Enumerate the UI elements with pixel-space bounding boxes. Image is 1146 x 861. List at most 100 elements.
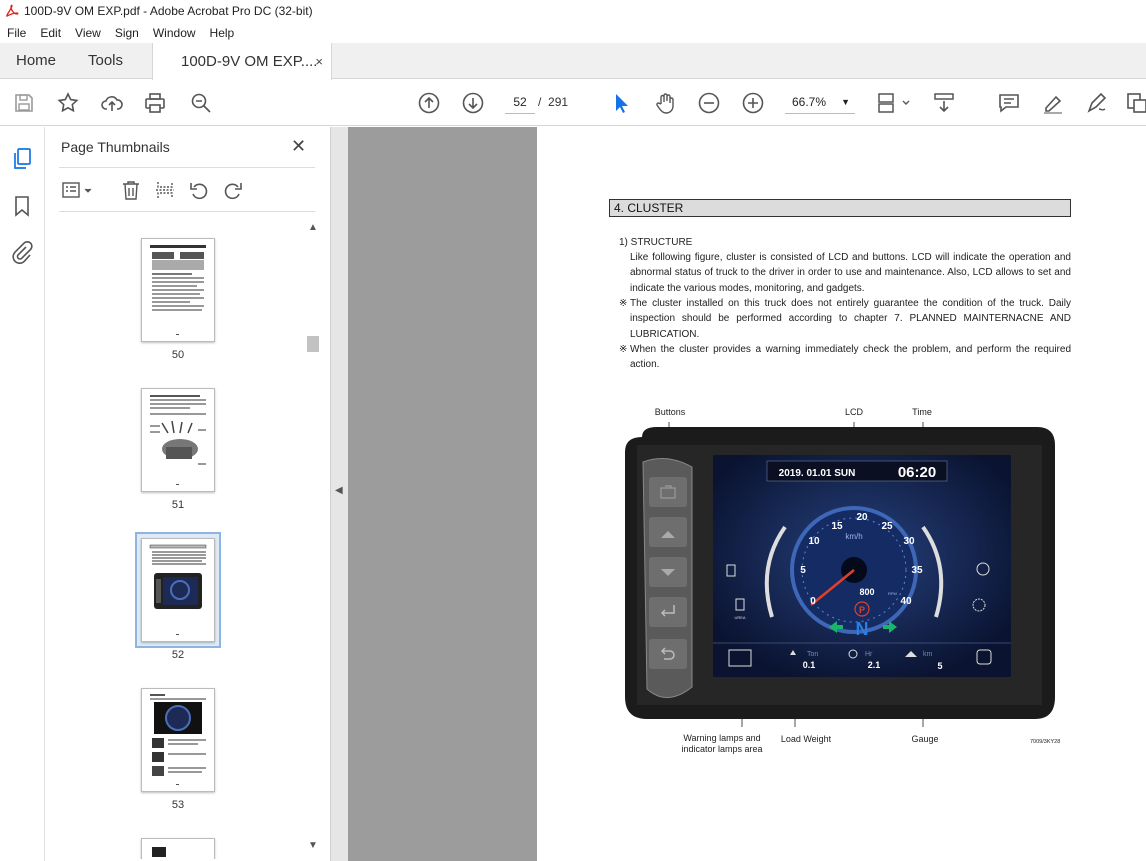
page-separator: / [538, 95, 542, 109]
page-thumbnail-54[interactable] [141, 838, 215, 859]
urea-label: UREA [734, 615, 745, 620]
thumbnail-scrollbar[interactable]: ▲ ▼ [305, 220, 320, 856]
zoom-level-value: 66.7% [792, 95, 827, 109]
thumbnail-preview [149, 544, 207, 635]
upload-cloud-icon[interactable] [100, 91, 124, 115]
zoom-out-search-icon[interactable] [189, 91, 213, 115]
rpm-unit: RPM [888, 591, 897, 596]
acrobat-app-icon [5, 4, 19, 18]
scrollbar-thumb[interactable] [307, 336, 319, 352]
bookmark-star-icon[interactable] [56, 91, 80, 115]
thumbnail-options-icon[interactable] [61, 179, 95, 201]
dial-tick-10: 10 [808, 536, 820, 547]
previous-page-icon[interactable] [417, 91, 441, 115]
thumbnail-list: 50 51 52 53 [45, 213, 305, 859]
window-title: 100D-9V OM EXP.pdf - Adobe Acrobat Pro D… [24, 4, 313, 18]
sign-pen-icon[interactable] [1085, 91, 1109, 115]
page-thumbnail-53[interactable] [141, 688, 215, 792]
menu-sign[interactable]: Sign [108, 26, 146, 40]
menu-bar: File Edit View Sign Window Help [0, 22, 1146, 43]
rotate-counterclockwise-icon[interactable] [188, 179, 210, 201]
panel-splitter[interactable]: ◀ [330, 127, 348, 861]
section-heading: 4. CLUSTER [609, 199, 1071, 217]
speed-unit: km/h [845, 532, 862, 541]
camera-button [649, 477, 687, 507]
enter-button [649, 597, 687, 627]
dial-tick-40: 40 [900, 596, 912, 607]
thumbnail-preview [152, 847, 166, 857]
figure-label-gauge: Gauge [911, 734, 939, 744]
menu-help[interactable]: Help [203, 26, 242, 40]
window-titlebar: 100D-9V OM EXP.pdf - Adobe Acrobat Pro D… [0, 0, 1146, 22]
structure-title: 1) STRUCTURE [619, 237, 693, 248]
comment-icon[interactable] [997, 91, 1021, 115]
hand-tool-icon[interactable] [653, 91, 677, 115]
tab-close-icon[interactable]: × [315, 54, 323, 69]
rpm-value: 800 [859, 587, 874, 597]
fit-page-icon[interactable] [876, 91, 912, 115]
note-daily-inspection: The cluster installed on this truck does… [630, 298, 1071, 340]
zoom-in-icon[interactable] [741, 91, 765, 115]
tab-bar: Home Tools 100D-9V OM EXP.... × [0, 43, 1146, 80]
more-tools-icon[interactable] [1125, 91, 1146, 115]
figure-label-warning-lamps: Warning lamps and indicator lamps area [681, 733, 763, 754]
tab-tools[interactable]: Tools [72, 43, 152, 78]
thumbnail-label-52: 52 [171, 649, 185, 661]
main-toolbar [0, 80, 1146, 196]
page-thumbnail-51[interactable] [141, 388, 215, 492]
select-arrow-icon[interactable] [609, 91, 633, 115]
thumbnail-label-51: 51 [171, 499, 185, 511]
figure-label-lcd: LCD [844, 407, 863, 417]
pdf-page: 4. CLUSTER 1) STRUCTURE Like following f… [537, 127, 1146, 861]
collapse-panel-icon[interactable]: ◀ [335, 485, 343, 496]
scroll-up-icon[interactable]: ▲ [308, 222, 318, 233]
extract-page-icon[interactable] [154, 179, 176, 201]
save-icon[interactable] [12, 91, 36, 115]
zoom-level-select[interactable]: 66.7% ▼ [785, 90, 855, 114]
odometer-unit: km [923, 651, 933, 658]
left-navigation-rail [0, 127, 45, 861]
menu-view[interactable]: View [68, 26, 108, 40]
tab-home[interactable]: Home [0, 43, 72, 78]
gear-indicator: N [856, 619, 869, 639]
note-mark: ※ [619, 298, 628, 309]
page-thumbnails-icon[interactable] [10, 147, 34, 171]
menu-window[interactable]: Window [146, 26, 203, 40]
bookmarks-icon[interactable] [10, 194, 34, 218]
hour-meter-unit: Hr [865, 651, 873, 658]
note-warning: When the cluster provides a warning imme… [630, 344, 1071, 371]
load-weight-value: 0.1 [803, 660, 816, 670]
panel-title: Page Thumbnails [61, 139, 170, 155]
dial-tick-25: 25 [881, 521, 893, 532]
highlight-pen-icon[interactable] [1041, 91, 1065, 115]
hour-meter-value: 2.1 [868, 660, 881, 670]
delete-page-icon[interactable] [120, 179, 142, 201]
back-button [649, 639, 687, 669]
chevron-down-icon: ▼ [841, 97, 850, 107]
document-viewer[interactable]: 4. CLUSTER 1) STRUCTURE Like following f… [348, 127, 1146, 861]
tab-document[interactable]: 100D-9V OM EXP.... × [152, 43, 332, 80]
dial-tick-20: 20 [856, 512, 868, 523]
print-icon[interactable] [143, 91, 167, 115]
tab-document-label: 100D-9V OM EXP.... [181, 53, 318, 70]
parking-lamp-label: P [859, 605, 865, 615]
next-page-icon[interactable] [461, 91, 485, 115]
menu-file[interactable]: File [0, 26, 33, 40]
note-mark: ※ [619, 344, 628, 355]
lcd-date: 2019. 01.01 SUN [779, 468, 856, 479]
page-thumbnail-50[interactable] [141, 238, 215, 342]
rotate-clockwise-icon[interactable] [222, 179, 244, 201]
page-thumbnail-52[interactable] [141, 538, 215, 642]
attachments-paperclip-icon[interactable] [10, 240, 34, 264]
page-number-input[interactable]: 52 [505, 90, 535, 114]
scroll-down-icon[interactable]: ▼ [308, 840, 318, 851]
menu-edit[interactable]: Edit [33, 26, 68, 40]
thumbnail-preview [150, 395, 206, 485]
thumbnail-preview [150, 245, 206, 335]
zoom-out-icon[interactable] [697, 91, 721, 115]
figure-label-load-weight: Load Weight [780, 734, 832, 744]
scroll-mode-icon[interactable] [932, 91, 956, 115]
close-panel-icon[interactable]: ✕ [291, 136, 306, 157]
lcd-time: 06:20 [898, 464, 936, 481]
figure-label-buttons: Buttons [654, 407, 686, 417]
